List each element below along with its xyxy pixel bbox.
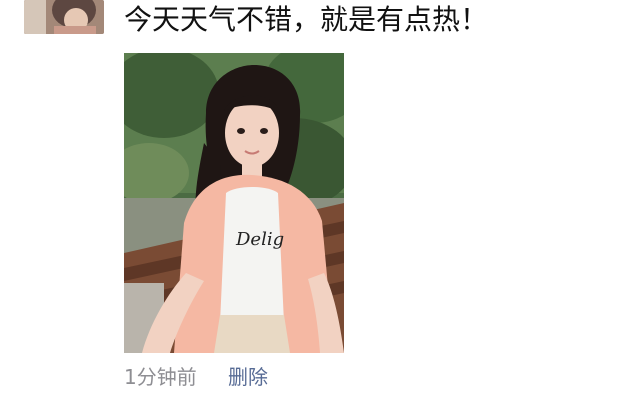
- moments-post: 今天天气不错，就是有点热！ Delig 1分钟前 删除: [0, 0, 640, 402]
- post-text: 今天天气不错，就是有点热！: [124, 3, 489, 36]
- avatar-image: [24, 0, 104, 34]
- svg-text:Delig: Delig: [235, 229, 284, 250]
- delete-button[interactable]: 删除: [228, 364, 268, 390]
- post-photo[interactable]: Delig: [124, 53, 344, 353]
- avatar[interactable]: [24, 0, 104, 34]
- selfie-photo: Delig: [124, 53, 344, 353]
- post-timestamp: 1分钟前: [124, 365, 197, 389]
